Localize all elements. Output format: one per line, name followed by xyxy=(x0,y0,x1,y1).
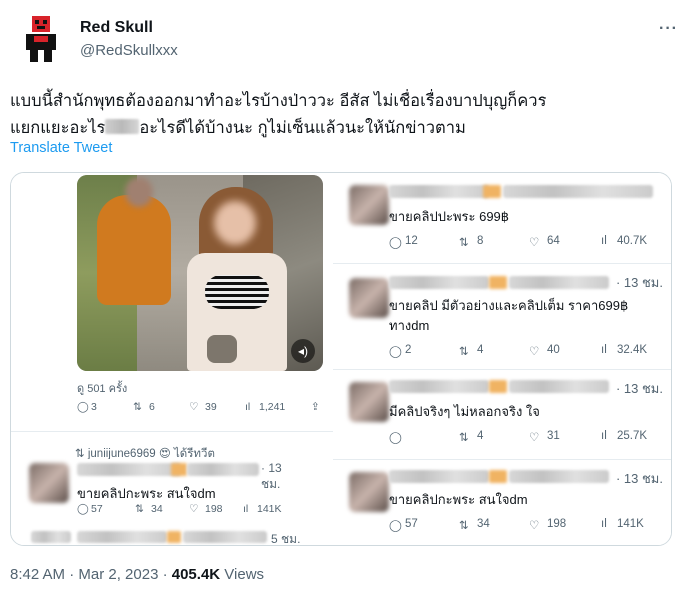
more-options-icon[interactable]: ··· xyxy=(659,20,678,38)
reply-icon[interactable]: ◯ xyxy=(77,401,89,413)
views-count: 1,241 xyxy=(259,401,286,413)
reply-icon[interactable]: ◯ xyxy=(389,235,402,249)
tweet-views-label: Views xyxy=(220,566,265,583)
views-icon[interactable]: ıl xyxy=(601,235,607,247)
reply-stats-row: ◯ 57 ⇅ 34 ♡ 198 ıl 141K xyxy=(77,503,317,519)
reply-icon[interactable]: ◯ xyxy=(389,344,402,358)
media-image[interactable]: ◂) ดู 501 ครั้ง ◯ 3 ⇅ 6 ♡ 39 ıl 1,241 ⇪ … xyxy=(10,172,672,546)
reply-text-line-1: ขายคลิป มีตัวอย่างและคลิปเต็ม ราคา699฿ xyxy=(389,298,629,313)
retweet-count: 34 xyxy=(477,518,490,530)
reply-card: ขายคลิปปะพระ 699฿ ◯ 12 ⇅ 8 ♡ 64 ıl 40.7K xyxy=(333,173,671,261)
reply-time: · 13 ชม. xyxy=(615,381,663,396)
reply-stats-row: ◯ ⇅ 4 ♡ 31 ıl 25.7K xyxy=(389,430,665,446)
author-name[interactable]: Red Skull xyxy=(80,19,153,37)
reply-count: 3 xyxy=(91,401,97,413)
video-thumbnail[interactable]: ◂) xyxy=(77,175,323,371)
reply-text-line-2: ทางdm xyxy=(389,318,430,333)
views-count: 25.7K xyxy=(617,430,648,442)
tweet-text-line-1: แบบนี้สำนักพุทธต้องออกมาทำอะไรบ้างป่าววะ… xyxy=(10,92,547,110)
retweet-icon[interactable]: ⇅ xyxy=(459,430,469,444)
like-count: 40 xyxy=(547,344,560,356)
reply-card: · 13 ชม. มีคลิปจริงๆ ไม่หลอกจริง ใจ ◯ ⇅ … xyxy=(333,369,671,455)
reply-card: · 13 ชม. ขายคลิปกะพระ สนใจdm ◯ 57 ⇅ 34 ♡… xyxy=(333,459,671,545)
retweet-icon[interactable]: ⇅ xyxy=(459,344,469,358)
reply-text: ขายคลิปปะพระ 699฿ xyxy=(389,209,510,224)
reply-text: ขายคลิปกะพระ สนใจdm xyxy=(77,486,216,501)
tweet-timestamp[interactable]: 8:42 AM · Mar 2, 2023 · xyxy=(10,566,172,583)
views-icon[interactable]: ıl xyxy=(601,518,607,530)
heart-icon[interactable]: ♡ xyxy=(189,503,198,515)
reply-time: · 13 ชม. xyxy=(261,461,282,491)
reply-time: · 13 ชม. xyxy=(615,471,663,486)
views-icon[interactable]: ıl xyxy=(245,401,250,413)
retweet-count: 6 xyxy=(149,401,155,413)
retweet-count: 4 xyxy=(477,430,484,442)
reply-avatar xyxy=(29,463,69,503)
reply-text: ขายคลิปกะพระ สนใจdm xyxy=(389,492,528,507)
reply-count: 2 xyxy=(405,344,412,356)
right-screenshot: ขายคลิปปะพระ 699฿ ◯ 12 ⇅ 8 ♡ 64 ıl 40.7K… xyxy=(333,173,671,545)
retweet-count: 8 xyxy=(477,235,484,247)
reply-count: 12 xyxy=(405,235,418,247)
reply-icon[interactable]: ◯ xyxy=(77,503,89,515)
volume-icon[interactable]: ◂) xyxy=(291,339,315,363)
heart-icon[interactable]: ♡ xyxy=(189,401,198,413)
views-icon[interactable]: ıl xyxy=(243,503,248,515)
avatar[interactable] xyxy=(18,14,64,64)
heart-icon[interactable]: ♡ xyxy=(529,518,539,532)
tweet-text-line-2-start: แยกแยะอะไร xyxy=(10,119,106,137)
tweet-header: Red Skull @RedSkullxxx ··· xyxy=(18,14,682,70)
video-stats-row: ◯ 3 ⇅ 6 ♡ 39 ıl 1,241 ⇪ xyxy=(77,401,327,417)
retweet-icon[interactable]: ⇅ xyxy=(133,401,142,413)
translate-tweet-link[interactable]: Translate Tweet xyxy=(10,140,112,156)
reply-count: 57 xyxy=(405,518,418,530)
tweet-view-count: 405.4K xyxy=(171,566,221,583)
bottom-reply-time: 5 ชม. xyxy=(271,532,301,546)
reply-stats-row: ◯ 2 ⇅ 4 ♡ 40 ıl 32.4K xyxy=(389,344,665,360)
reply-card: · 13 ชม. ขายคลิป มีตัวอย่างและคลิปเต็ม ร… xyxy=(333,263,671,363)
left-screenshot: ◂) ดู 501 ครั้ง ◯ 3 ⇅ 6 ♡ 39 ıl 1,241 ⇪ … xyxy=(11,173,343,546)
heart-icon[interactable]: ♡ xyxy=(529,430,539,444)
like-count: 64 xyxy=(547,235,560,247)
views-icon[interactable]: ıl xyxy=(601,430,607,442)
reply-icon[interactable]: ◯ xyxy=(389,518,402,532)
retweet-icon[interactable]: ⇅ xyxy=(459,518,469,532)
retweet-count: 4 xyxy=(477,344,484,356)
retweet-icon[interactable]: ⇅ xyxy=(459,235,469,249)
video-view-count: ดู 501 ครั้ง xyxy=(77,383,128,395)
views-count: 141K xyxy=(257,503,282,515)
reply-icon[interactable]: ◯ xyxy=(389,430,402,444)
reply-text: ขายคลิป มีตัวอย่างและคลิปเต็ม ราคา699฿ ท… xyxy=(389,296,628,336)
tweet-text: แบบนี้สำนักพุทธต้องออกมาทำอะไรบ้างป่าววะ… xyxy=(10,88,680,142)
reply-stats-row: ◯ 12 ⇅ 8 ♡ 64 ıl 40.7K xyxy=(389,235,665,251)
like-count: 39 xyxy=(205,401,217,413)
reply-count: 57 xyxy=(91,503,103,515)
left-reply-card: · 13 ชม. ขายคลิปกะพระ สนใจdm ◯ 57 ⇅ 34 ♡… xyxy=(11,459,301,527)
views-count: 32.4K xyxy=(617,344,648,356)
views-count: 141K xyxy=(617,518,644,530)
share-icon[interactable]: ⇪ xyxy=(311,401,320,413)
reply-text: มีคลิปจริงๆ ไม่หลอกจริง ใจ xyxy=(389,404,540,419)
retweet-count: 34 xyxy=(151,503,163,515)
tweet-text-line-2-end: อะไรดีได้บ้างนะ กูไม่เซ็นแล้วนะให้นักข่า… xyxy=(139,119,466,137)
like-count: 198 xyxy=(205,503,223,515)
like-count: 198 xyxy=(547,518,567,530)
reply-time: · 13 ชม. xyxy=(615,275,663,290)
author-handle[interactable]: @RedSkullxxx xyxy=(80,42,178,59)
heart-icon[interactable]: ♡ xyxy=(529,235,539,249)
reply-stats-row: ◯ 57 ⇅ 34 ♡ 198 ıl 141K xyxy=(389,518,665,534)
tweet-metadata: 8:42 AM · Mar 2, 2023 · 405.4K Views xyxy=(10,566,264,583)
views-count: 40.7K xyxy=(617,235,648,247)
like-count: 31 xyxy=(547,430,560,442)
views-icon[interactable]: ıl xyxy=(601,344,607,356)
retweet-icon[interactable]: ⇅ xyxy=(135,503,144,515)
censored-word xyxy=(105,119,140,134)
heart-icon[interactable]: ♡ xyxy=(529,344,539,358)
